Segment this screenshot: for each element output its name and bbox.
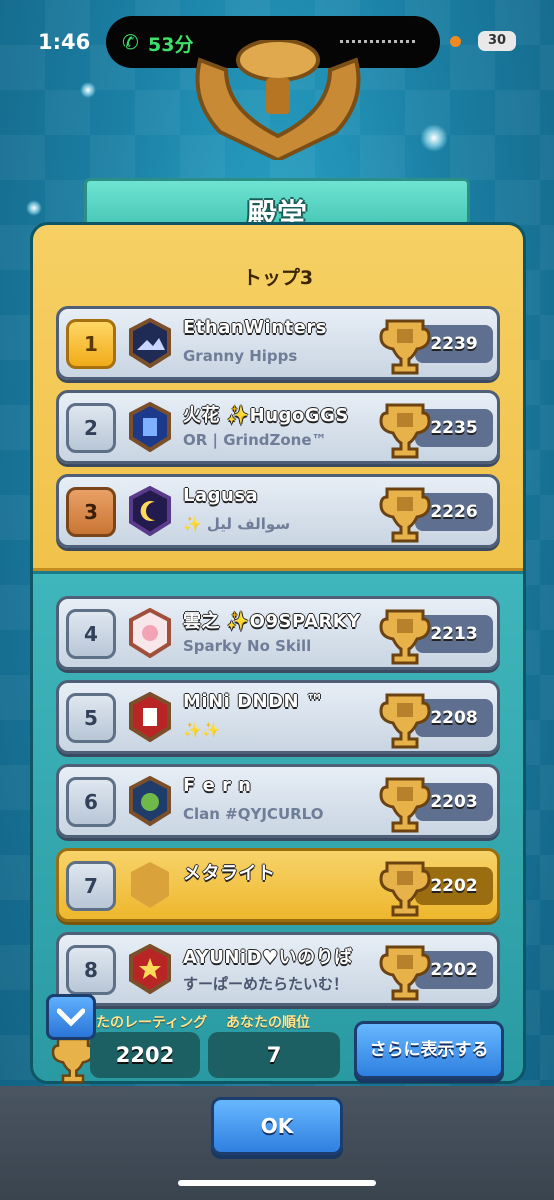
rank-label: あなたの順位	[226, 1015, 310, 1031]
player-name: 雲之 ✨O9SPARKY	[183, 611, 361, 632]
rank-badge: 2	[66, 403, 116, 453]
leaderboard-row[interactable]: 3 Lagusa ✨ سوالف ليل 2226	[56, 474, 500, 548]
clan-badge-icon	[129, 692, 171, 742]
hall-of-fame-emblem-icon	[195, 40, 361, 160]
rank-badge: 6	[66, 777, 116, 827]
trophy-icon	[379, 609, 431, 665]
rank-badge: 7	[66, 861, 116, 911]
rank-badge: 5	[66, 693, 116, 743]
player-name: EthanWinters	[183, 317, 327, 338]
ok-button[interactable]: OK	[211, 1097, 343, 1155]
clan-name: Granny Hipps	[183, 347, 298, 365]
leaderboard-row[interactable]: 2 火花 ✨HugoGGS OR | GrindZone™ 2235	[56, 390, 500, 464]
home-indicator[interactable]	[178, 1180, 376, 1186]
trophy-icon	[379, 487, 431, 543]
phone-icon: ✆	[122, 30, 139, 54]
trophy-icon	[379, 861, 431, 917]
status-time: 1:46	[38, 30, 91, 54]
leaderboard-row[interactable]: 1 EthanWinters Granny Hipps 2239	[56, 306, 500, 380]
player-name: AYUNiD♥いのりば	[183, 947, 353, 968]
leaderboard-row-current-player[interactable]: 7 メタライト 2202	[56, 848, 500, 922]
player-name: F e r n	[183, 775, 252, 796]
trophy-icon	[379, 319, 431, 375]
clan-badge-icon	[131, 862, 169, 908]
rank-badge: 1	[66, 319, 116, 369]
clan-badge-icon	[129, 776, 171, 826]
trophy-icon	[379, 777, 431, 833]
player-name: メタライト	[183, 863, 276, 884]
player-name: 火花 ✨HugoGGS	[183, 405, 349, 426]
leaderboard-row[interactable]: 6 F e r n Clan #QYJCURLO 2203	[56, 764, 500, 838]
leaderboard-row[interactable]: 5 MiNi DNDN ™ ✨✨ 2208	[56, 680, 500, 754]
sparkle-icon	[80, 82, 96, 98]
clan-name: ✨✨	[183, 721, 221, 739]
clan-badge-icon	[129, 402, 171, 452]
trophy-icon	[379, 403, 431, 459]
rank-badge: 8	[66, 945, 116, 995]
clan-badge-icon	[129, 944, 171, 994]
clan-badge-icon	[129, 318, 171, 368]
clan-name: Clan #QYJCURLO	[183, 805, 324, 823]
collapse-button[interactable]	[46, 994, 96, 1040]
clan-badge-icon	[129, 608, 171, 658]
leaderboard-row[interactable]: 8 AYUNiD♥いのりば すーぱーめたらたいむ！ 2202	[56, 932, 500, 1006]
rating-value: 2202	[90, 1032, 200, 1078]
rank-value: 7	[208, 1032, 340, 1078]
rating-label: たのレーティング	[96, 1015, 208, 1031]
rank-badge: 3	[66, 487, 116, 537]
clan-badge-icon	[129, 486, 171, 536]
clan-name: OR | GrindZone™	[183, 431, 327, 449]
battery-indicator: 30	[478, 31, 516, 51]
clan-name: Sparky No Skill	[183, 637, 312, 655]
leaderboard-row[interactable]: 4 雲之 ✨O9SPARKY Sparky No Skill 2213	[56, 596, 500, 670]
recording-dot-icon	[450, 36, 461, 47]
sparkle-icon	[26, 200, 42, 216]
top3-heading: トップ3	[242, 267, 314, 289]
chevron-down-icon	[57, 1008, 85, 1027]
clan-name: ✨ سوالف ليل	[183, 515, 291, 533]
show-more-button[interactable]: さらに表示する	[354, 1021, 504, 1079]
trophy-icon	[379, 693, 431, 749]
sparkle-icon	[420, 124, 448, 152]
trophy-icon	[379, 945, 431, 1001]
clan-name: すーぱーめたらたいむ！	[183, 975, 349, 993]
player-name: Lagusa	[183, 485, 259, 506]
rank-badge: 4	[66, 609, 116, 659]
player-name: MiNi DNDN ™	[183, 691, 325, 712]
